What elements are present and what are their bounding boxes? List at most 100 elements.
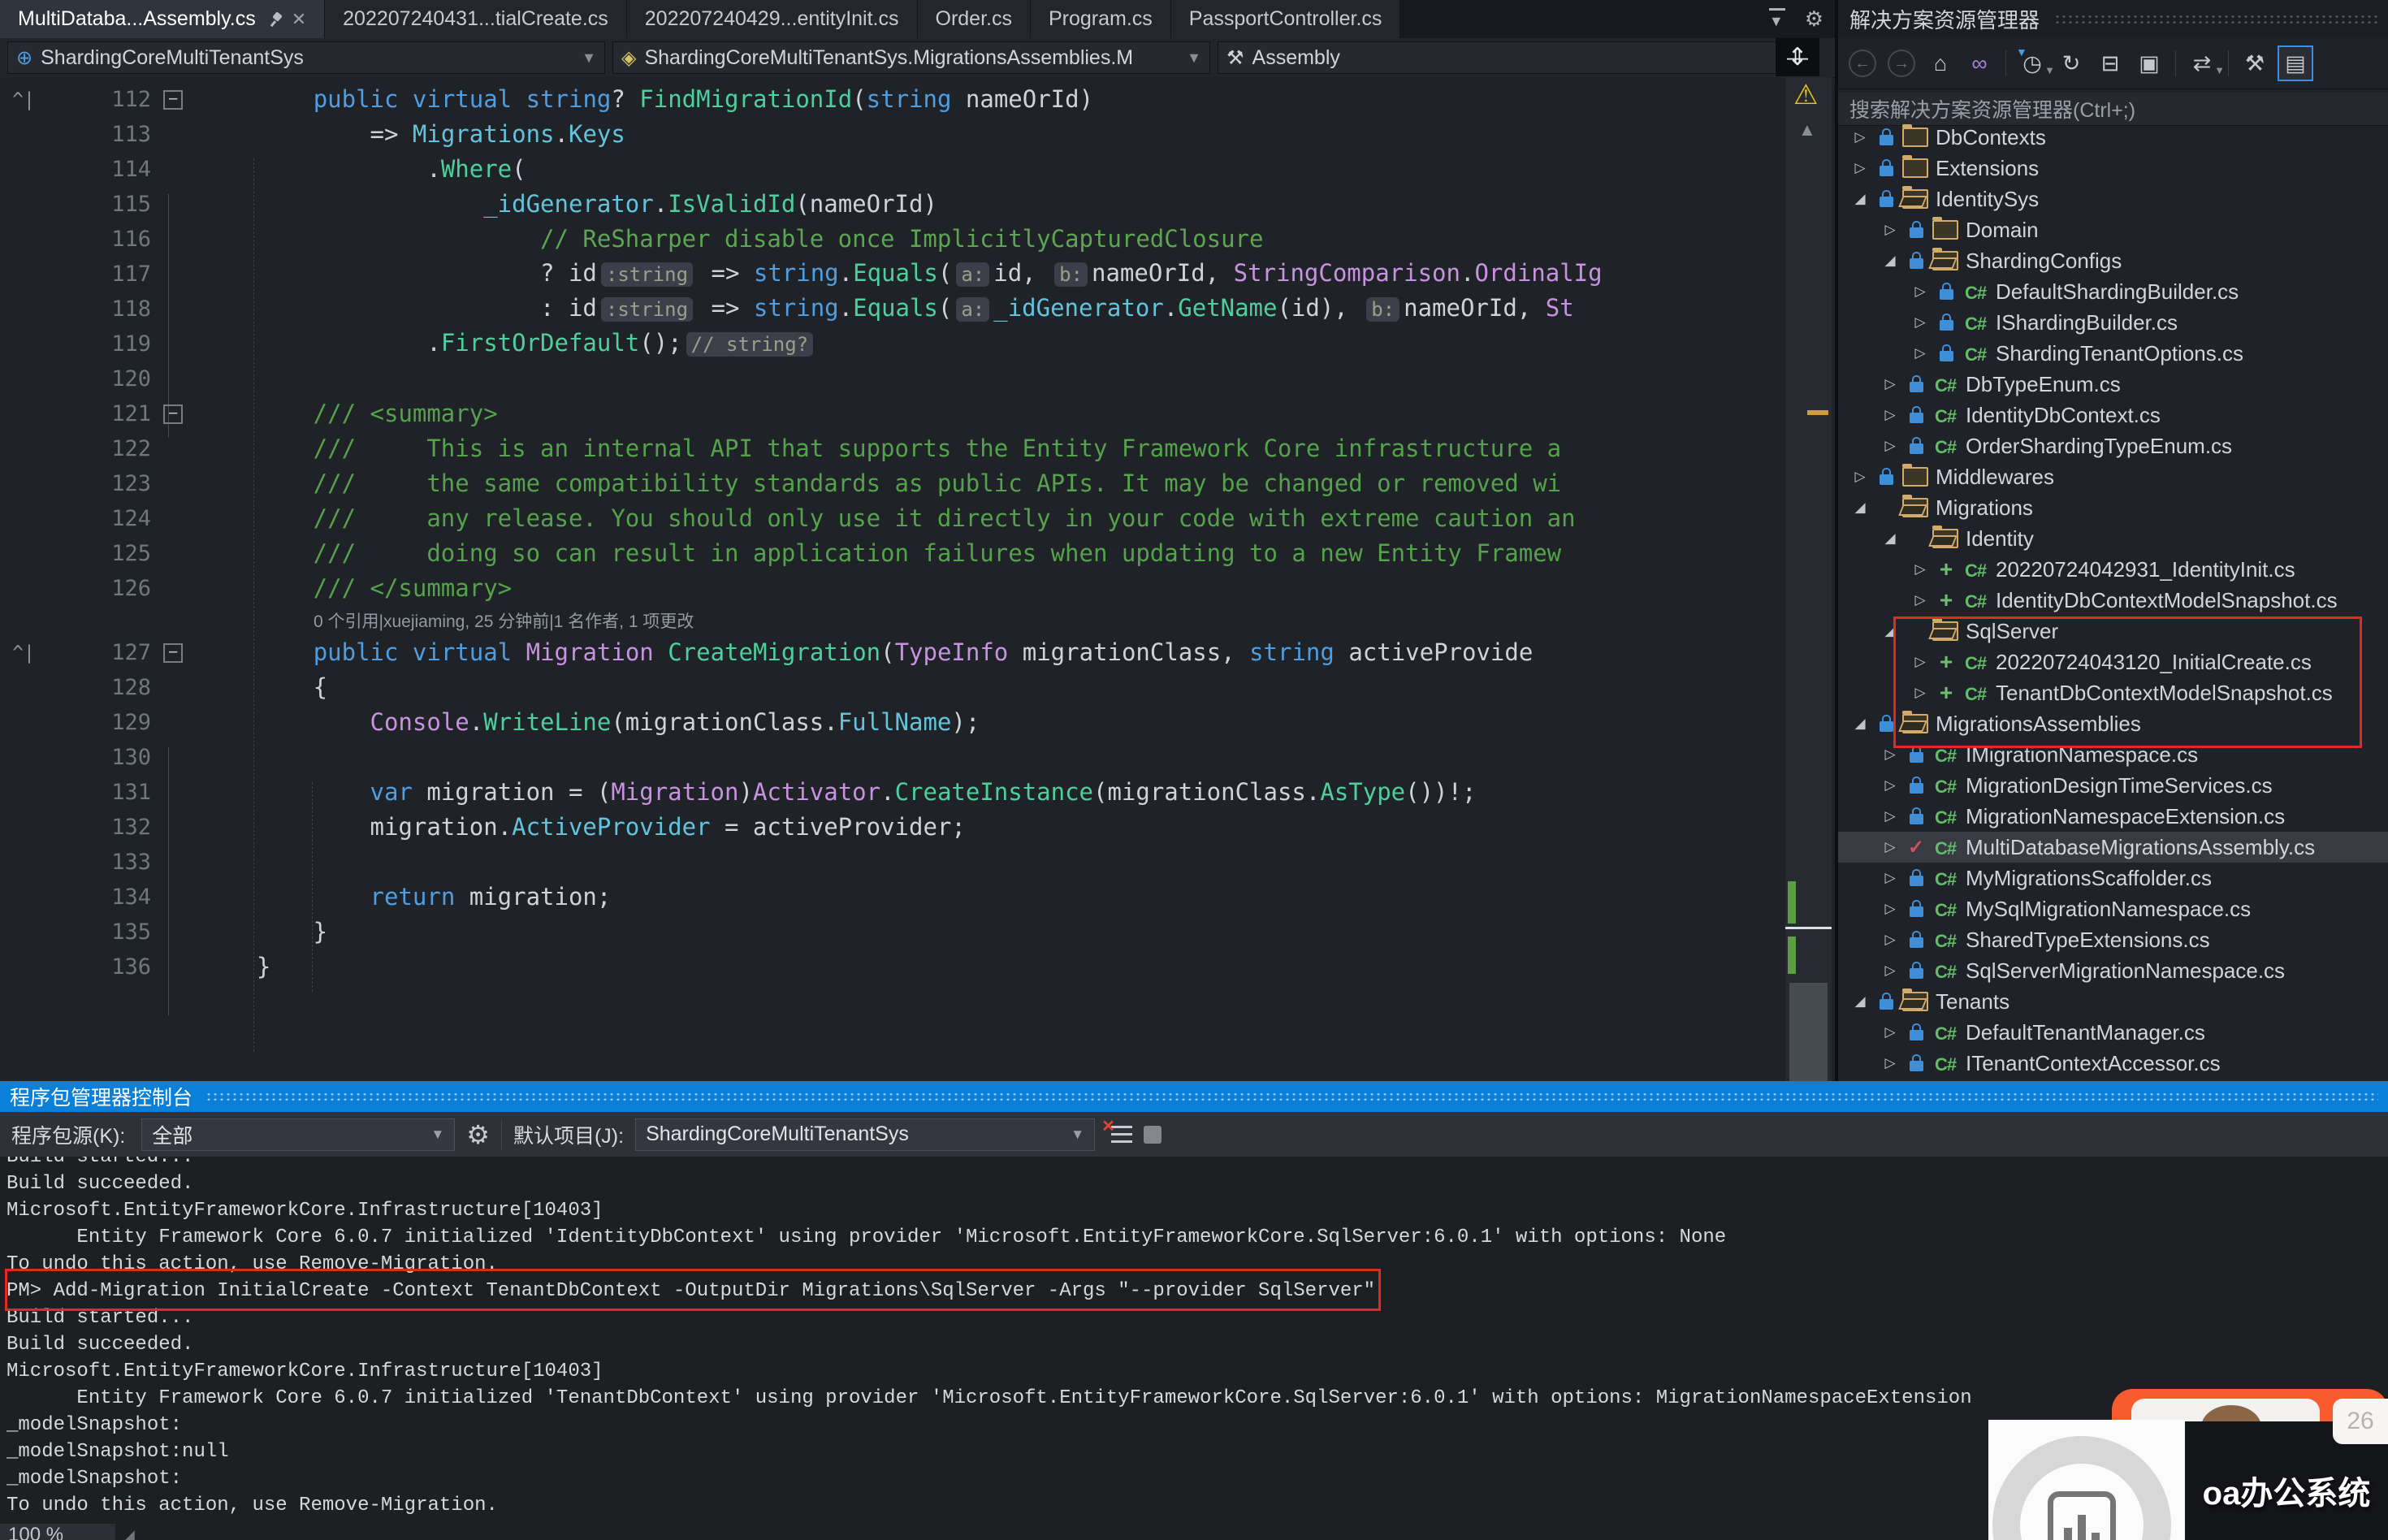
package-settings-gear-icon[interactable]: ⚙ — [466, 1119, 490, 1150]
tree-item[interactable]: ▷ IShardingBuilder.cs — [1838, 307, 2388, 338]
expander-icon[interactable]: ▷ — [1878, 870, 1902, 886]
zoom-level[interactable]: 100 % — [0, 1524, 115, 1540]
code-text[interactable]: public virtual Migration CreateMigration… — [190, 635, 1785, 670]
split-editor-button[interactable]: ⇕ — [1776, 38, 1819, 76]
tree-item[interactable]: ▷ MigrationNamespaceExtension.cs — [1838, 801, 2388, 832]
code-text[interactable]: .FirstOrDefault();// string? — [190, 326, 1785, 362]
splitter-grip-icon[interactable]: ◢ — [123, 1527, 135, 1540]
code-text[interactable]: .Where( — [190, 152, 1785, 187]
tree-item[interactable]: ▷ + IdentityDbContextModelSnapshot.cs — [1838, 585, 2388, 616]
expander-icon[interactable]: ▷ — [1908, 592, 1932, 608]
document-tab[interactable]: 202207240431...tialCreate.cs — [325, 0, 627, 38]
expander-icon[interactable]: ▷ — [1908, 283, 1932, 300]
tree-item[interactable]: ▷ DbContexts — [1838, 122, 2388, 153]
document-tab[interactable]: PassportController.cs — [1170, 0, 1401, 38]
panel-drag-handle[interactable] — [205, 1091, 2378, 1102]
codelens-info[interactable]: 0 个引用|xuejiaming, 25 分钟前|1 名作者, 1 项更改 — [0, 606, 1785, 635]
tab-overflow-icon[interactable]: ▼ — [1768, 8, 1785, 30]
code-text[interactable]: => Migrations.Keys — [190, 117, 1785, 152]
tree-item[interactable]: ▷ SqlServerMigrationNamespace.cs — [1838, 955, 2388, 986]
package-source-dropdown[interactable]: 全部 ▼ — [141, 1118, 456, 1151]
document-tab[interactable]: 202207240429...entityInit.cs — [626, 0, 918, 38]
code-text[interactable]: /// any release. You should only use it … — [190, 501, 1785, 536]
expander-icon[interactable]: ◢ — [1878, 530, 1902, 547]
expander-icon[interactable]: ▷ — [1908, 561, 1932, 578]
expander-icon[interactable]: ▷ — [1878, 1024, 1902, 1040]
tree-item[interactable]: ▷ DefaultTenantManager.cs — [1838, 1017, 2388, 1048]
forward-icon[interactable]: → — [1888, 50, 1915, 77]
editor-scrollbar[interactable]: ⚠ ▲ — [1785, 77, 1832, 1082]
expander-icon[interactable]: ▷ — [1908, 345, 1932, 361]
code-text[interactable]: /// </summary> — [190, 571, 1785, 606]
tree-item[interactable]: ▷ IdentityDbContext.cs — [1838, 400, 2388, 430]
properties-icon[interactable]: ▤ — [2278, 45, 2313, 81]
fold-margin[interactable]: − — [156, 642, 190, 663]
code-text[interactable]: // ReSharper disable once ImplicitlyCapt… — [190, 222, 1785, 257]
code-text[interactable]: var migration = (Migration)Activator.Cre… — [190, 775, 1785, 810]
document-tab[interactable]: Program.cs — [1030, 0, 1171, 38]
expander-icon[interactable]: ▷ — [1878, 376, 1902, 392]
pending-changes-filter-icon[interactable]: ◷ ▼ ▼ — [2016, 45, 2055, 80]
code-text[interactable]: migration.ActiveProvider = activeProvide… — [190, 810, 1785, 845]
show-all-files-icon[interactable]: ▣ — [2133, 47, 2165, 80]
solution-search-input[interactable]: 搜索解决方案资源管理器(Ctrl+;) — [1838, 93, 2388, 126]
expander-icon[interactable]: ▷ — [1878, 222, 1902, 238]
code-text[interactable]: public virtual string? FindMigrationId(s… — [190, 82, 1785, 117]
code-text[interactable]: } — [190, 915, 1785, 950]
expander-icon[interactable]: ▷ — [1848, 129, 1872, 145]
collapse-all-icon[interactable]: ⊟ — [2094, 47, 2126, 80]
expander-icon[interactable]: ▷ — [1848, 160, 1872, 176]
expander-icon[interactable]: ▷ — [1878, 932, 1902, 948]
collapse-region-icon[interactable]: − — [163, 89, 183, 110]
breadcrumb-dropdown[interactable]: ◈ ShardingCoreMultiTenantSys.MigrationsAs… — [612, 41, 1210, 74]
expander-icon[interactable]: ◢ — [1848, 500, 1872, 516]
close-icon[interactable]: ✕ — [292, 9, 306, 30]
tree-item[interactable]: ◢ Identity — [1838, 523, 2388, 554]
fold-margin[interactable]: − — [156, 404, 190, 424]
tree-item[interactable]: ▷ MyMigrationsScaffolder.cs — [1838, 863, 2388, 893]
expander-icon[interactable]: ▷ — [1878, 1055, 1902, 1071]
tree-item[interactable]: ▷ Extensions — [1838, 153, 2388, 184]
expander-icon[interactable]: ◢ — [1878, 253, 1902, 269]
expander-icon[interactable]: ▷ — [1878, 746, 1902, 763]
collapse-region-icon[interactable]: − — [163, 404, 183, 424]
expander-icon[interactable]: ▷ — [1878, 839, 1902, 855]
expander-icon[interactable]: ▷ — [1908, 314, 1932, 331]
code-text[interactable]: /// doing so can result in application f… — [190, 536, 1785, 571]
tree-item[interactable]: ▷ Domain — [1838, 214, 2388, 245]
expander-icon[interactable]: ◢ — [1848, 716, 1872, 732]
expander-icon[interactable]: ▷ — [1878, 438, 1902, 454]
breadcrumb-dropdown[interactable]: ⚒Assembly▼ — [1218, 41, 1814, 74]
document-tab[interactable]: Order.cs — [917, 0, 1031, 38]
code-editor[interactable]: ^| 112− public virtual string? FindMigrat… — [0, 77, 1785, 1081]
expander-icon[interactable]: ▷ — [1878, 901, 1902, 917]
tree-item[interactable]: ▷ ✓ MultiDatabaseMigrationsAssembly.cs — [1838, 832, 2388, 863]
tree-item[interactable]: ▷ DbTypeEnum.cs — [1838, 369, 2388, 400]
warning-icon[interactable]: ⚠ — [1793, 79, 1818, 111]
expander-icon[interactable]: ▷ — [1878, 808, 1902, 824]
code-text[interactable]: : id:string => string.Equals(a: _idGenera… — [190, 291, 1785, 327]
code-text[interactable]: /// the same compatibility standards as … — [190, 466, 1785, 501]
code-text[interactable]: } — [190, 950, 1785, 984]
code-text[interactable]: return migration; — [190, 880, 1785, 915]
tree-item[interactable]: ◢ Tenants — [1838, 986, 2388, 1017]
fold-margin[interactable]: − — [156, 89, 190, 110]
sync-active-document-icon[interactable]: ⇄ ▼ — [2186, 47, 2225, 80]
tree-item[interactable]: ◢ IdentitySys — [1838, 184, 2388, 214]
pin-icon[interactable] — [269, 11, 283, 28]
tab-options-gear-icon[interactable]: ⚙ — [1805, 6, 1823, 32]
breadcrumb-dropdown[interactable]: ⊕ ShardingCoreMultiTenantSys ▼ — [7, 41, 605, 74]
collapse-margin-icon[interactable]: ▲ — [1798, 119, 1816, 141]
code-text[interactable]: Console.WriteLine(migrationClass.FullNam… — [190, 705, 1785, 740]
tree-item[interactable]: ▷ MigrationDesignTimeServices.cs — [1838, 770, 2388, 801]
panel-drag-handle[interactable] — [2054, 13, 2380, 25]
collapse-region-icon[interactable]: − — [163, 642, 183, 663]
tree-item[interactable]: ▷ DefaultShardingBuilder.cs — [1838, 276, 2388, 307]
tree-item[interactable]: ▷ Middlewares — [1838, 461, 2388, 492]
refresh-icon[interactable]: ↻ — [2055, 47, 2087, 80]
expander-icon[interactable]: ▷ — [1878, 407, 1902, 423]
clear-console-icon[interactable] — [1101, 1116, 1133, 1144]
expander-icon[interactable]: ▷ — [1878, 777, 1902, 794]
tree-item[interactable]: ▷ OrderShardingTypeEnum.cs — [1838, 430, 2388, 461]
switch-views-icon[interactable]: ∞ — [1963, 47, 1996, 80]
